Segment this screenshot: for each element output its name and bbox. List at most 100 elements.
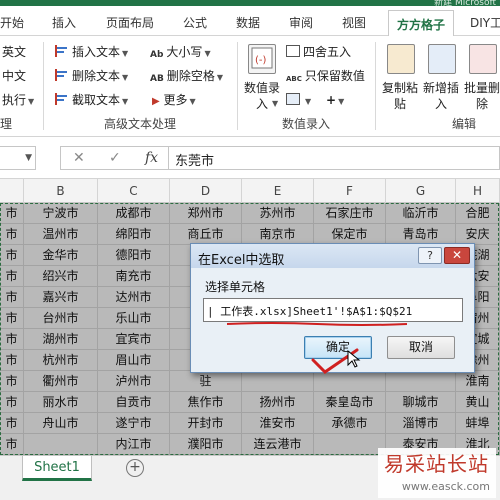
grid-cell[interactable]: 开封市 [170,413,242,434]
grid-cell[interactable]: 市 [0,371,24,392]
grid-cell[interactable]: 达州市 [98,287,170,308]
grid-cell[interactable]: 南京市 [242,224,314,245]
grid-cell[interactable]: 市 [0,350,24,371]
grid-cell[interactable] [314,434,386,455]
name-box[interactable]: ▼ [0,146,36,170]
grid-cell[interactable]: 德阳市 [98,245,170,266]
grid-cell[interactable]: 市 [0,224,24,245]
delete-text-button[interactable]: 删除文本 ▼ [55,68,128,86]
tab-formulas[interactable]: 公式 [183,14,207,31]
grid-cell[interactable]: 市 [0,266,24,287]
keep-values-button[interactable]: ABC 只保留数值 [286,68,365,84]
grid-cell[interactable]: 市 [0,329,24,350]
grid-cell[interactable]: 遂宁市 [98,413,170,434]
formula-input[interactable]: 东莞市 [168,146,500,170]
tab-review[interactable]: 审阅 [289,14,313,31]
column-header[interactable]: F [314,179,386,203]
range-input[interactable]: | 工作表.xlsx]Sheet1'!$A$1:$Q$21 [203,298,463,322]
cancel-icon[interactable]: ✕ [73,150,85,166]
grid-cell[interactable]: 石家庄市 [314,203,386,224]
grid-cell[interactable]: 市 [0,392,24,413]
grid-cell[interactable]: 淄博市 [386,413,456,434]
grid-cell[interactable]: 丽水市 [24,392,98,413]
grid-cell[interactable]: 台州市 [24,308,98,329]
column-header[interactable] [0,179,24,203]
grid-cell[interactable]: 南充市 [98,266,170,287]
grid-cell[interactable]: 濮阳市 [170,434,242,455]
grid-cell[interactable]: 承德市 [314,413,386,434]
tab-home[interactable]: 开始 [0,14,24,31]
grid-cell[interactable]: 市 [0,413,24,434]
column-header[interactable]: C [98,179,170,203]
grid-cell[interactable]: 保定市 [314,224,386,245]
grid-cell[interactable]: 驻 [170,371,242,392]
column-header[interactable]: G [386,179,456,203]
execute-button[interactable]: 执行 ▼ [2,92,34,110]
grid-cell[interactable]: 淮南 [456,371,500,392]
grid-cell[interactable]: 合肥 [456,203,500,224]
grid-cell[interactable]: 扬州市 [242,392,314,413]
grid-cell[interactable]: 衢州市 [24,371,98,392]
grid-cell[interactable]: 眉山市 [98,350,170,371]
grid-cell[interactable]: 郑州市 [170,203,242,224]
grid-cell[interactable]: 淮安市 [242,413,314,434]
grid-cell[interactable]: 蚌埠 [456,413,500,434]
grid-cell[interactable]: 安庆 [456,224,500,245]
grid-cell[interactable]: 焦作市 [170,392,242,413]
insert-text-button[interactable]: 插入文本 ▼ [55,44,128,62]
grid-cell[interactable]: 内江市 [98,434,170,455]
grid-cell[interactable]: 湖州市 [24,329,98,350]
grid-cell[interactable]: 绵阳市 [98,224,170,245]
grid-cell[interactable]: 宜宾市 [98,329,170,350]
grid-cell[interactable]: 市 [0,203,24,224]
grid-cell[interactable]: 宁波市 [24,203,98,224]
plus-button[interactable]: + ▼ [326,92,344,110]
grid-cell[interactable]: 市 [0,434,24,455]
grid-cell[interactable]: 苏州市 [242,203,314,224]
chinese-button[interactable]: 中文 [2,68,26,84]
tab-fangfang-gezi[interactable]: 方方格子 [388,10,455,37]
batch-delete-button[interactable]: 批量删除 [464,80,500,112]
column-header[interactable]: H [456,179,500,203]
grid-cell[interactable]: 嘉兴市 [24,287,98,308]
grid-cell[interactable]: 成都市 [98,203,170,224]
grid-cell[interactable]: 绍兴市 [24,266,98,287]
tab-view[interactable]: 视图 [342,14,366,31]
insert-function-icon[interactable]: fx [145,150,158,166]
grid-cell[interactable]: 聊城市 [386,392,456,413]
tab-data[interactable]: 数据 [236,14,260,31]
close-icon[interactable]: ✕ [444,247,470,264]
grid-cell[interactable] [386,371,456,392]
column-header[interactable]: D [170,179,242,203]
edit-icon-button[interactable]: ▼ [286,92,311,110]
grid-cell[interactable]: 舟山市 [24,413,98,434]
cancel-button[interactable]: 取消 [387,336,455,359]
grid-cell[interactable]: 自贡市 [98,392,170,413]
column-header[interactable]: B [24,179,98,203]
grid-cell[interactable]: 杭州市 [24,350,98,371]
grid-cell[interactable]: 金华市 [24,245,98,266]
enter-icon[interactable]: ✓ [109,150,121,166]
tab-diy-tools[interactable]: DIY工 [470,14,500,31]
grid-cell[interactable]: 泸州市 [98,371,170,392]
column-header[interactable]: E [242,179,314,203]
sheet-tab-sheet1[interactable]: Sheet1 [22,456,92,481]
case-button[interactable]: Ab 大小写 ▼ [150,44,211,62]
grid-cell[interactable]: 市 [0,308,24,329]
more-button[interactable]: ▶ 更多 ▼ [150,92,196,110]
grid-cell[interactable] [24,434,98,455]
tab-insert[interactable]: 插入 [52,14,76,31]
remove-spaces-button[interactable]: AB 删除空格 ▼ [150,68,223,86]
grid-cell[interactable]: 连云港市 [242,434,314,455]
grid-cell[interactable]: 临沂市 [386,203,456,224]
grid-cell[interactable]: 温州市 [24,224,98,245]
grid-cell[interactable] [242,371,314,392]
tab-page-layout[interactable]: 页面布局 [106,14,154,31]
grid-cell[interactable]: 市 [0,287,24,308]
grid-cell[interactable]: 商丘市 [170,224,242,245]
add-sheet-icon[interactable]: + [126,459,144,477]
dialog-titlebar[interactable]: 在Excel中选取 ? ✕ [191,244,474,268]
help-icon[interactable]: ? [418,247,442,264]
grid-cell[interactable]: 乐山市 [98,308,170,329]
grid-cell[interactable]: 秦皇岛市 [314,392,386,413]
